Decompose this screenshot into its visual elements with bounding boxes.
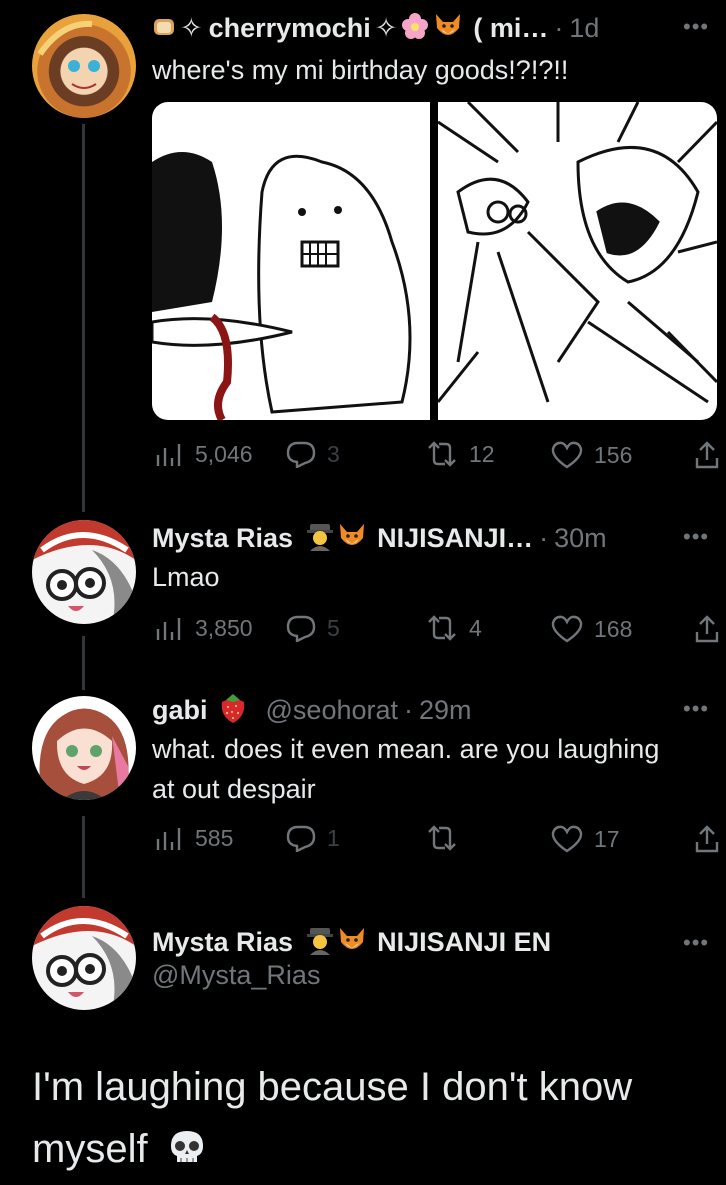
like-icon [551,441,583,469]
flower-emoji [401,12,429,45]
tweet-3-header: gabi @seohorat · 29m [152,692,472,728]
repost-count: 12 [469,440,495,467]
views-count: 3,850 [195,614,253,641]
repost-metric[interactable]: 12 [425,440,495,468]
like-count: 168 [594,615,633,642]
avatar-gabi[interactable] [32,696,136,800]
tweet-1-header: ✧ cherrymochi ✧ ( mi… · 1d [152,10,599,46]
thread-line-3 [82,816,85,898]
focused-handle[interactable]: @Mysta_Rias [152,960,320,991]
reply-count: 3 [327,440,340,467]
tweet-1-text: where's my mi birthday goods!?!?!! [152,55,569,85]
tweet-2-header: Mysta Rias NIJISANJI… · 30m [152,520,607,556]
more-icon[interactable]: ••• [683,696,709,722]
repost-icon [428,615,456,641]
tweet-2-text: Lmao [152,562,220,592]
views-metric[interactable]: 585 [155,824,233,852]
affiliation[interactable]: NIJISANJI EN [377,927,551,958]
reply-count: 1 [327,824,340,851]
repost-count: 4 [469,614,482,641]
repost-metric[interactable]: 4 [425,614,482,642]
views-metric[interactable]: 5,046 [155,440,253,468]
thread-line-1 [82,124,85,512]
like-count: 156 [594,441,633,468]
fox-emoji [337,926,367,959]
display-name[interactable]: gabi [152,695,208,726]
bread-emoji [152,14,176,42]
timestamp[interactable]: 1d [569,13,599,44]
strawberry-emoji [218,692,248,729]
deco-star-right: ✧ [374,12,398,43]
reply-icon [286,825,316,852]
timestamp[interactable]: 30m [554,523,607,554]
detective-emoji [305,925,335,960]
views-icon [156,444,181,466]
media-image-left[interactable] [152,102,430,420]
display-name[interactable]: cherrymochi [209,13,371,44]
share-button[interactable] [694,440,726,470]
focused-header: Mysta Rias NIJISANJI EN [152,924,551,960]
avatar-cherrymochi[interactable] [32,14,136,118]
reply-icon [286,441,316,468]
like-count: 17 [594,825,620,852]
dot-separator: · [554,12,564,43]
avatar-mysta-rias[interactable] [32,520,136,624]
views-count: 5,046 [195,440,253,467]
more-icon[interactable]: ••• [683,930,709,956]
more-icon[interactable]: ••• [683,524,709,550]
share-button[interactable] [694,824,726,854]
views-icon [156,618,181,640]
repost-icon [428,825,456,851]
tweet-3-text: what. does it even mean. are you laughin… [152,734,660,804]
like-metric[interactable]: 156 [550,440,632,470]
like-metric[interactable]: 168 [550,614,632,644]
views-icon [156,828,181,850]
share-button[interactable] [694,614,726,644]
media-image-right[interactable] [438,102,717,420]
like-metric[interactable]: 17 [550,824,620,854]
fox-emoji [337,522,367,555]
share-icon [695,441,719,469]
dot-separator: · [404,694,413,725]
reply-count: 5 [327,614,340,641]
reply-metric[interactable]: 3 [285,440,340,468]
display-name[interactable]: Mysta Rias [152,927,293,958]
deco-star-left: ✧ [180,12,203,43]
views-metric[interactable]: 3,850 [155,614,253,642]
skull-emoji [167,1128,207,1173]
avatar-mysta-rias-focused[interactable] [32,906,136,1010]
views-count: 585 [195,824,234,851]
more-icon[interactable]: ••• [683,14,709,40]
focused-text: I'm laughing because I don't know myself [32,1065,633,1171]
like-icon [551,615,583,643]
reply-metric[interactable]: 1 [285,824,340,852]
reply-icon [286,615,316,642]
dot-separator: · [539,522,549,553]
repost-icon [428,441,456,467]
fox-emoji [433,12,463,45]
handle-truncated[interactable]: ( mi… [473,13,548,44]
reply-metric[interactable]: 5 [285,614,340,642]
share-icon [695,825,719,853]
media-divider [430,102,438,420]
handle[interactable]: @seohorat [266,695,398,726]
like-icon [551,825,583,853]
detective-emoji [305,521,335,556]
affiliation-truncated[interactable]: NIJISANJI… [377,523,533,554]
focused-text-block: I'm laughing because I don't know myself [32,1056,692,1180]
timestamp[interactable]: 29m [419,695,472,726]
display-name[interactable]: Mysta Rias [152,523,293,554]
share-icon [695,615,719,643]
thread-line-2 [82,636,85,690]
repost-metric[interactable] [425,824,469,852]
